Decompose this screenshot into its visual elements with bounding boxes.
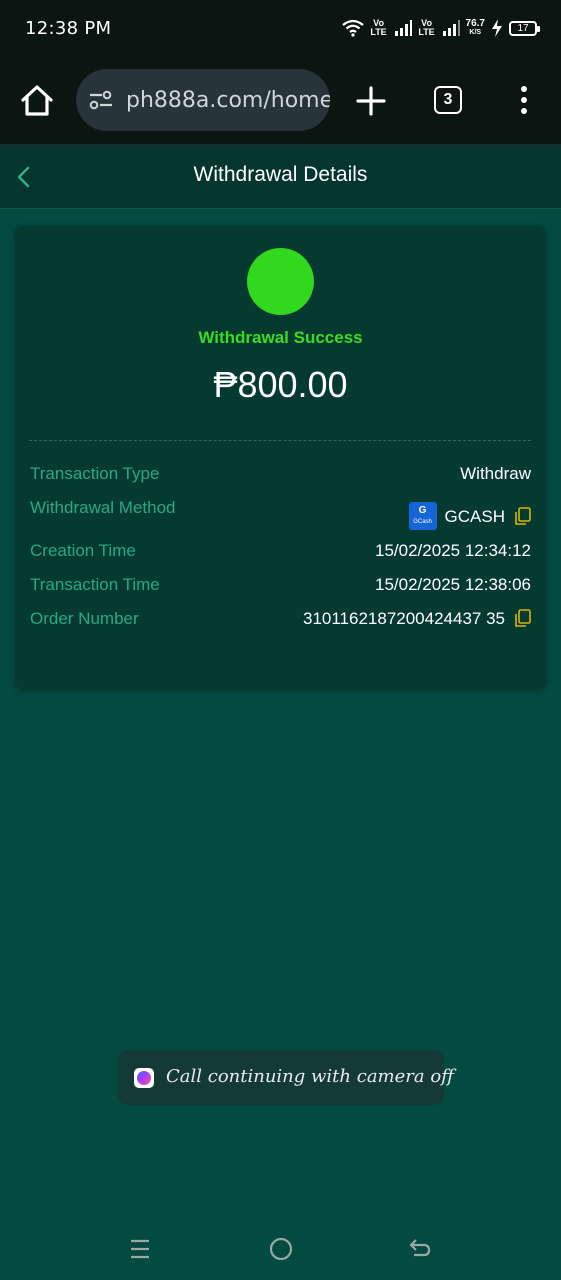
amount: ₱800.00: [213, 364, 348, 405]
value-creation-time: 15/02/2025 12:34:12: [375, 541, 531, 560]
gcash-logo-text: GCash: [413, 519, 432, 525]
status-text: Withdrawal Success: [198, 328, 363, 347]
label-transaction-time: Transaction Time: [30, 575, 160, 594]
new-tab-icon[interactable]: [352, 82, 390, 120]
order-number: 3101162187200424437 35: [302, 609, 505, 628]
success-status-icon: [247, 248, 314, 315]
withdrawal-card: Withdrawal Success ₱800.00 Transaction T…: [15, 226, 546, 690]
label-withdrawal-method: Withdrawal Method: [30, 498, 176, 517]
copy-icon[interactable]: [515, 507, 531, 525]
messenger-icon: [134, 1068, 154, 1088]
charging-icon: [492, 19, 502, 37]
nav-back-icon[interactable]: [408, 1236, 432, 1260]
more-vert-icon[interactable]: [514, 84, 534, 116]
value-withdrawal-method: G GCash GCASH: [408, 502, 531, 530]
signal-icon-2: [442, 20, 460, 36]
value-transaction-type: Withdraw: [460, 464, 531, 483]
system-nav-bar: [0, 1210, 561, 1280]
network-speed: 76.7 K/S: [466, 19, 485, 37]
gcash-logo-mark: G: [418, 505, 427, 516]
label-transaction-type: Transaction Type: [30, 464, 160, 483]
status-bar: 12:38 PM Vo LTE Vo LTE 76.7 K/S 17: [0, 0, 561, 56]
label-order-number: Order Number: [30, 609, 139, 628]
battery-icon: 17: [509, 20, 540, 36]
method-name: GCASH: [444, 507, 505, 526]
signal-icon: [394, 20, 412, 36]
page-title: Withdrawal Details: [193, 163, 368, 186]
divider: [29, 440, 531, 441]
speed-value: 76.7: [465, 18, 485, 29]
toast-text: Call continuing with camera off: [166, 1066, 454, 1087]
tab-switcher-button[interactable]: 3: [434, 86, 462, 114]
status-icons: Vo LTE Vo LTE 76.7 K/S 17: [341, 15, 540, 41]
value-transaction-time: 15/02/2025 12:38:06: [375, 575, 531, 594]
call-toast: Call continuing with camera off: [118, 1050, 454, 1105]
nav-home-icon[interactable]: [268, 1236, 294, 1262]
address-bar[interactable]: ph888a.com/home/w: [76, 69, 330, 131]
browser-toolbar: ph888a.com/home/w 3: [0, 56, 561, 145]
home-icon[interactable]: [16, 80, 58, 122]
status-time: 12:38 PM: [25, 18, 112, 39]
recents-icon[interactable]: [128, 1238, 152, 1260]
site-settings-icon[interactable]: [88, 89, 114, 111]
volte-badge-1: Vo LTE: [370, 18, 387, 37]
speed-unit: K/S: [469, 29, 482, 36]
label-creation-time: Creation Time: [30, 541, 136, 560]
url-text: ph888a.com/home/w: [126, 88, 330, 113]
volte-badge-2: Vo LTE: [418, 18, 435, 37]
gcash-logo: G GCash: [408, 502, 437, 530]
wifi-icon: [341, 19, 364, 37]
copy-icon[interactable]: [515, 609, 531, 627]
value-order-number: 3101162187200424437 35: [303, 609, 531, 629]
page-header: Withdrawal Details: [0, 145, 561, 209]
